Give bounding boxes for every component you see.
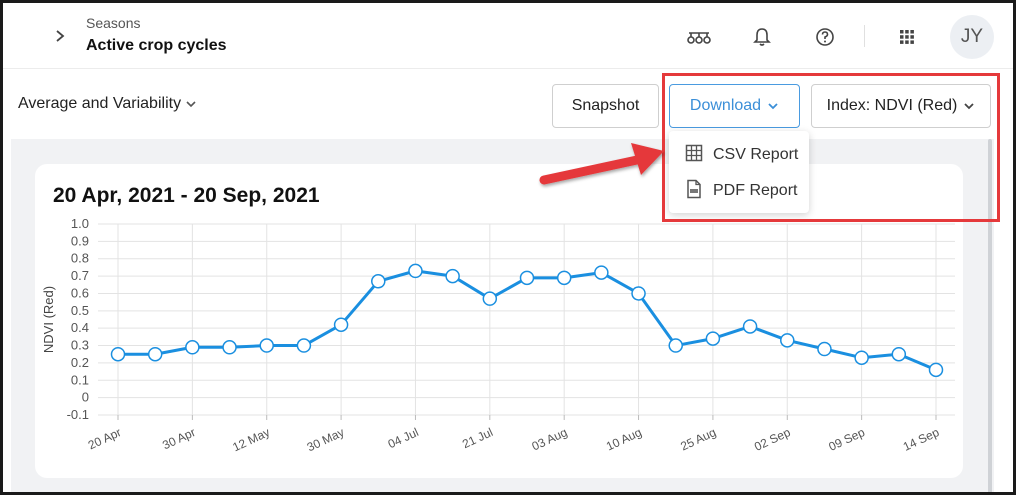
breadcrumb-parent[interactable]: Seasons: [86, 15, 140, 31]
snapshot-button[interactable]: Snapshot: [552, 84, 659, 128]
view-mode-label: Average and Variability: [18, 95, 182, 112]
page-title: Active crop cycles: [86, 37, 227, 54]
app-window: Seasons Active crop cycles JY Average an…: [0, 0, 1016, 495]
apps-grid-icon[interactable]: [893, 23, 921, 51]
farm-equipment-icon[interactable]: [685, 23, 713, 51]
chart-title: 20 Apr, 2021 - 20 Sep, 2021: [53, 184, 320, 207]
header-divider: [864, 25, 865, 47]
help-icon[interactable]: [811, 23, 839, 51]
bell-icon[interactable]: [748, 23, 776, 51]
collapse-chevron-icon[interactable]: [49, 25, 71, 47]
top-header: Seasons Active crop cycles JY: [3, 3, 1013, 69]
avatar[interactable]: JY: [950, 15, 994, 59]
view-mode-select[interactable]: Average and Variability: [18, 95, 197, 113]
snapshot-button-label: Snapshot: [571, 97, 640, 114]
annotation-highlight-box: [662, 73, 1000, 222]
chevron-down-icon: [185, 95, 197, 113]
